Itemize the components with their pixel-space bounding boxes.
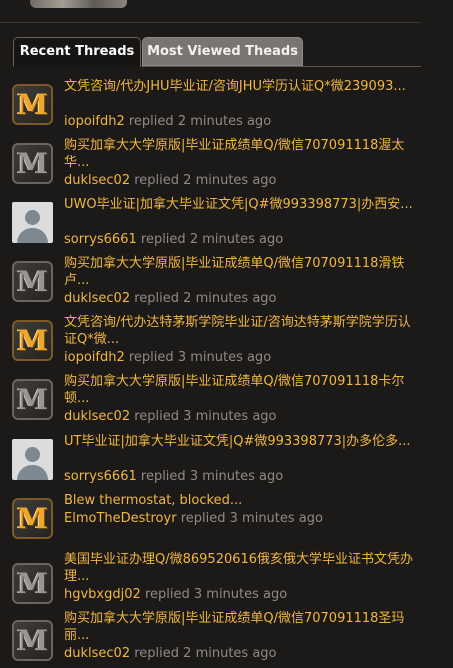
thread-user-link[interactable]: duklsec02 [64, 409, 130, 424]
user-avatar-icon[interactable]: M [12, 143, 53, 184]
thread-item: M 购买加拿大大学原版|毕业证成绩单Q/微信707091118渥太华... dukl… [0, 137, 453, 195]
thread-meta: hgvbxgdj02 replied 3 minutes ago [64, 586, 287, 603]
reply-time: 3 minutes ago [189, 469, 284, 484]
thread-item: M Blew thermostat, blocked... ElmoTheDestr… [0, 492, 453, 550]
thread-item: M 购买加拿大大学原版|毕业证成绩单Q/微信707091118卡尔顿... dukl… [0, 373, 453, 431]
thread-title-link[interactable]: 美国毕业证办理Q/微869520616俄亥俄大学毕业证书文凭办理... [64, 551, 414, 585]
tab-recent-threads[interactable]: Recent Threads [13, 37, 141, 67]
thread-title-link[interactable]: 文凭咨询/代办达特茅斯学院毕业证/咨询达特茅斯学院学历认证Q*微... [64, 314, 414, 348]
thread-title-link[interactable]: 购买加拿大大学原版|毕业证成绩单Q/微信707091118圣玛丽... [64, 610, 414, 644]
thread-item: M 美国毕业证办理Q/微869520616俄亥俄大学毕业证书文凭办理... hgvb… [0, 551, 453, 609]
reply-time: 3 minutes ago [177, 350, 272, 365]
thread-user-link[interactable]: iopoifdh2 [64, 350, 125, 365]
thread-user-link[interactable]: sorrys6661 [64, 469, 137, 484]
thread-meta: sorrys6661 replied 2 minutes ago [64, 231, 283, 248]
replied-label: replied [140, 232, 186, 247]
thread-title-link[interactable]: UWO毕业证|加拿大毕业证文凭|Q#微993398773|办西安... [64, 196, 414, 213]
section-divider [0, 22, 421, 23]
thread-meta: duklsec02 replied 3 minutes ago [64, 408, 277, 425]
reply-time: 2 minutes ago [183, 646, 277, 661]
thread-title-link[interactable]: 购买加拿大大学原版|毕业证成绩单Q/微信707091118滑铁卢... [64, 255, 414, 289]
thread-user-link[interactable]: sorrys6661 [64, 232, 137, 247]
replied-label: replied [134, 646, 180, 661]
reply-time: 2 minutes ago [183, 291, 277, 306]
thread-user-link[interactable]: hgvbxgdj02 [64, 587, 141, 602]
thread-user-link[interactable]: duklsec02 [64, 173, 130, 188]
replied-label: replied [134, 409, 180, 424]
reply-time: 3 minutes ago [193, 587, 288, 602]
thread-user-link[interactable]: ElmoTheDestroyr [64, 511, 177, 526]
thread-meta: sorrys6661 replied 3 minutes ago [64, 468, 283, 485]
previous-item-thumbnail [30, 0, 127, 8]
reply-time: 2 minutes ago [189, 232, 284, 247]
replied-label: replied [180, 511, 226, 526]
user-avatar-icon[interactable]: M [12, 498, 53, 539]
reply-time: 3 minutes ago [229, 511, 323, 526]
reply-time: 2 minutes ago [183, 173, 277, 188]
thread-user-link[interactable]: duklsec02 [64, 646, 130, 661]
reply-time: 2 minutes ago [177, 114, 272, 129]
thread-meta: duklsec02 replied 2 minutes ago [64, 645, 277, 662]
thread-user-link[interactable]: duklsec02 [64, 291, 130, 306]
user-avatar-icon[interactable]: M [12, 379, 53, 420]
thread-meta: iopoifdh2 replied 2 minutes ago [64, 113, 271, 130]
thread-item: M 购买加拿大大学原版|毕业证成绩单Q/微信707091118滑铁卢... dukl… [0, 255, 453, 313]
default-avatar-icon[interactable] [12, 202, 53, 243]
tab-most-viewed-threads[interactable]: Most Viewed Theads [142, 37, 303, 66]
default-avatar-icon[interactable] [12, 439, 53, 480]
replied-label: replied [134, 173, 180, 188]
reply-time: 3 minutes ago [183, 409, 277, 424]
thread-title-link[interactable]: 购买加拿大大学原版|毕业证成绩单Q/微信707091118渥太华... [64, 137, 414, 171]
replied-label: replied [128, 114, 174, 129]
user-avatar-icon[interactable]: M [12, 620, 53, 661]
thread-meta: ElmoTheDestroyr replied 3 minutes ago [64, 510, 323, 527]
thread-item: UT毕业证|加拿大毕业证文凭|Q#微993398773|办多伦多... sorry… [0, 433, 453, 491]
thread-item: UWO毕业证|加拿大毕业证文凭|Q#微993398773|办西安... sorry… [0, 196, 453, 254]
thread-item: M 文凭咨询/代办达特茅斯学院毕业证/咨询达特茅斯学院学历认证Q*微... iopo… [0, 314, 453, 372]
replied-label: replied [128, 350, 174, 365]
thread-tabs: Recent Threads Most Viewed Theads [13, 37, 421, 67]
thread-user-link[interactable]: iopoifdh2 [64, 114, 125, 129]
thread-title-link[interactable]: UT毕业证|加拿大毕业证文凭|Q#微993398773|办多伦多... [64, 433, 414, 450]
thread-title-link[interactable]: Blew thermostat, blocked... [64, 492, 414, 509]
thread-item: M 购买加拿大大学原版|毕业证成绩单Q/微信707091118圣玛丽... dukl… [0, 610, 453, 668]
thread-item: M 文凭咨询/代办JHU毕业证/咨询JHU学历认证Q*微239093... iopo… [0, 78, 453, 136]
replied-label: replied [144, 587, 190, 602]
user-avatar-icon[interactable]: M [12, 84, 53, 125]
thread-title-link[interactable]: 文凭咨询/代办JHU毕业证/咨询JHU学历认证Q*微239093... [64, 78, 414, 95]
thread-meta: iopoifdh2 replied 3 minutes ago [64, 349, 271, 366]
thread-meta: duklsec02 replied 2 minutes ago [64, 172, 277, 189]
user-avatar-icon[interactable]: M [12, 320, 53, 361]
thread-meta: duklsec02 replied 2 minutes ago [64, 290, 277, 307]
user-avatar-icon[interactable]: M [12, 261, 53, 302]
replied-label: replied [134, 291, 180, 306]
thread-title-link[interactable]: 购买加拿大大学原版|毕业证成绩单Q/微信707091118卡尔顿... [64, 373, 414, 407]
replied-label: replied [140, 469, 186, 484]
user-avatar-icon[interactable]: M [12, 563, 53, 604]
